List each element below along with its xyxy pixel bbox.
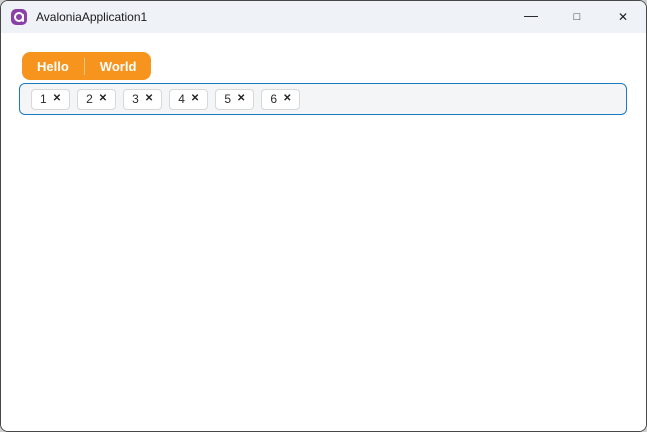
chip-1-value: 1 <box>40 92 47 106</box>
close-icon: ✕ <box>617 10 629 24</box>
caption-buttons: — □ ✕ <box>508 1 646 33</box>
chip-5-value: 5 <box>224 92 231 106</box>
tab-world[interactable]: World <box>85 52 152 80</box>
app-window: AvaloniaApplication1 — □ ✕ Hello World 1… <box>0 0 647 432</box>
window-title: AvaloniaApplication1 <box>36 10 148 24</box>
tab-hello[interactable]: Hello <box>22 52 84 80</box>
minimize-icon: — <box>524 7 538 23</box>
chip-6: 6 ✕ <box>261 88 301 110</box>
chip-1-remove-icon[interactable]: ✕ <box>53 94 61 104</box>
tab-strip: Hello World <box>22 52 152 80</box>
chip-6-remove-icon[interactable]: ✕ <box>283 94 291 104</box>
chip-5: 5 ✕ <box>215 88 255 110</box>
chip-2: 2 ✕ <box>77 88 117 110</box>
tab-hello-label: Hello <box>37 58 69 74</box>
maximize-button[interactable]: □ <box>554 1 600 33</box>
chip-1: 1 ✕ <box>31 88 71 110</box>
chip-3: 3 ✕ <box>123 88 163 110</box>
chip-5-remove-icon[interactable]: ✕ <box>237 94 245 104</box>
close-button[interactable]: ✕ <box>600 1 646 33</box>
chip-3-remove-icon[interactable]: ✕ <box>145 94 153 104</box>
avalonia-logo-icon <box>11 9 27 25</box>
window-content: Hello World 1 ✕ 2 ✕ 3 ✕ 4 ✕ 5 ✕ 6 ✕ <box>1 33 646 431</box>
chip-4: 4 ✕ <box>169 88 209 110</box>
chip-3-value: 3 <box>132 92 139 106</box>
chips-input-box[interactable]: 1 ✕ 2 ✕ 3 ✕ 4 ✕ 5 ✕ 6 ✕ <box>19 83 627 115</box>
chip-2-remove-icon[interactable]: ✕ <box>99 94 107 104</box>
chip-2-value: 2 <box>86 92 93 106</box>
maximize-icon: □ <box>573 10 581 23</box>
minimize-button[interactable]: — <box>508 1 554 33</box>
chip-4-value: 4 <box>178 92 185 106</box>
chip-4-remove-icon[interactable]: ✕ <box>191 94 199 104</box>
titlebar[interactable]: AvaloniaApplication1 — □ ✕ <box>1 1 646 33</box>
chip-6-value: 6 <box>270 92 278 106</box>
tab-world-label: World <box>99 58 137 74</box>
